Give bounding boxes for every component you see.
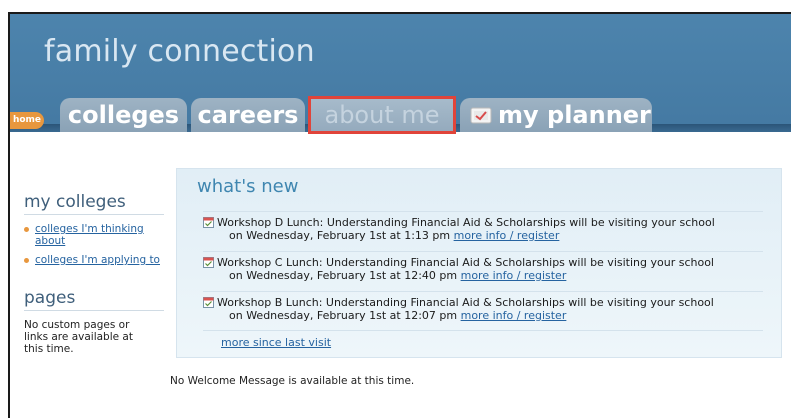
whats-new-panel: what's new Workshop D Lunch: Understandi… xyxy=(176,168,782,358)
more-since-last-visit-link[interactable]: more since last visit xyxy=(221,336,331,349)
divider xyxy=(203,291,763,292)
news-item-when: on Wednesday, February 1st at 12:40 pm xyxy=(229,269,458,282)
main-nav: home colleges careers about me my planne… xyxy=(10,96,791,134)
bullet-icon xyxy=(24,227,29,232)
tab-colleges[interactable]: colleges xyxy=(60,98,187,132)
news-item: Workshop B Lunch: Understanding Financia… xyxy=(203,296,773,322)
more-info-register-link[interactable]: more info / register xyxy=(461,309,567,322)
news-item: Workshop D Lunch: Understanding Financia… xyxy=(203,216,773,242)
home-button[interactable]: home xyxy=(10,112,44,129)
news-item-title: Workshop C Lunch: Understanding Financia… xyxy=(217,256,714,269)
divider xyxy=(203,330,763,331)
tab-my-planner-label: my planner xyxy=(498,101,651,129)
sidebar-item-applying-to: colleges I'm applying to xyxy=(24,254,164,266)
my-colleges-list: colleges I'm thinking about colleges I'm… xyxy=(24,223,164,266)
bullet-icon xyxy=(24,258,29,263)
colleges-applying-to-link[interactable]: colleges I'm applying to xyxy=(35,254,160,266)
tab-about-me[interactable]: about me xyxy=(308,96,456,134)
more-info-register-link[interactable]: more info / register xyxy=(454,229,560,242)
site-header: family connection home colleges careers … xyxy=(10,14,791,134)
whats-new-heading: what's new xyxy=(197,176,299,197)
app-title: family connection xyxy=(44,34,315,69)
news-item-when: on Wednesday, February 1st at 12:07 pm xyxy=(229,309,458,322)
divider xyxy=(203,251,763,252)
news-item-date: on Wednesday, February 1st at 12:07 pm m… xyxy=(203,309,773,322)
calendar-icon xyxy=(203,297,214,308)
news-item: Workshop C Lunch: Understanding Financia… xyxy=(203,256,773,282)
news-item-date: on Wednesday, February 1st at 1:13 pm mo… xyxy=(203,229,773,242)
colleges-thinking-about-link[interactable]: colleges I'm thinking about xyxy=(35,223,144,247)
divider xyxy=(203,211,763,212)
news-item-when: on Wednesday, February 1st at 1:13 pm xyxy=(229,229,451,242)
tab-careers[interactable]: careers xyxy=(191,98,305,132)
planner-icon xyxy=(470,107,492,124)
page-frame: family connection home colleges careers … xyxy=(8,12,791,418)
news-item-date: on Wednesday, February 1st at 12:40 pm m… xyxy=(203,269,773,282)
welcome-message: No Welcome Message is available at this … xyxy=(170,375,415,387)
more-info-register-link[interactable]: more info / register xyxy=(461,269,567,282)
news-item-title: Workshop D Lunch: Understanding Financia… xyxy=(217,216,715,229)
pages-heading: pages xyxy=(24,288,164,311)
sidebar: my colleges colleges I'm thinking about … xyxy=(24,192,164,355)
pages-note: No custom pages or links are available a… xyxy=(24,319,133,355)
calendar-icon xyxy=(203,257,214,268)
tab-my-planner[interactable]: my planner xyxy=(460,98,652,132)
sidebar-item-thinking-about: colleges I'm thinking about xyxy=(24,223,164,247)
calendar-icon xyxy=(203,217,214,228)
my-colleges-heading: my colleges xyxy=(24,192,164,215)
news-item-title: Workshop B Lunch: Understanding Financia… xyxy=(217,296,714,309)
